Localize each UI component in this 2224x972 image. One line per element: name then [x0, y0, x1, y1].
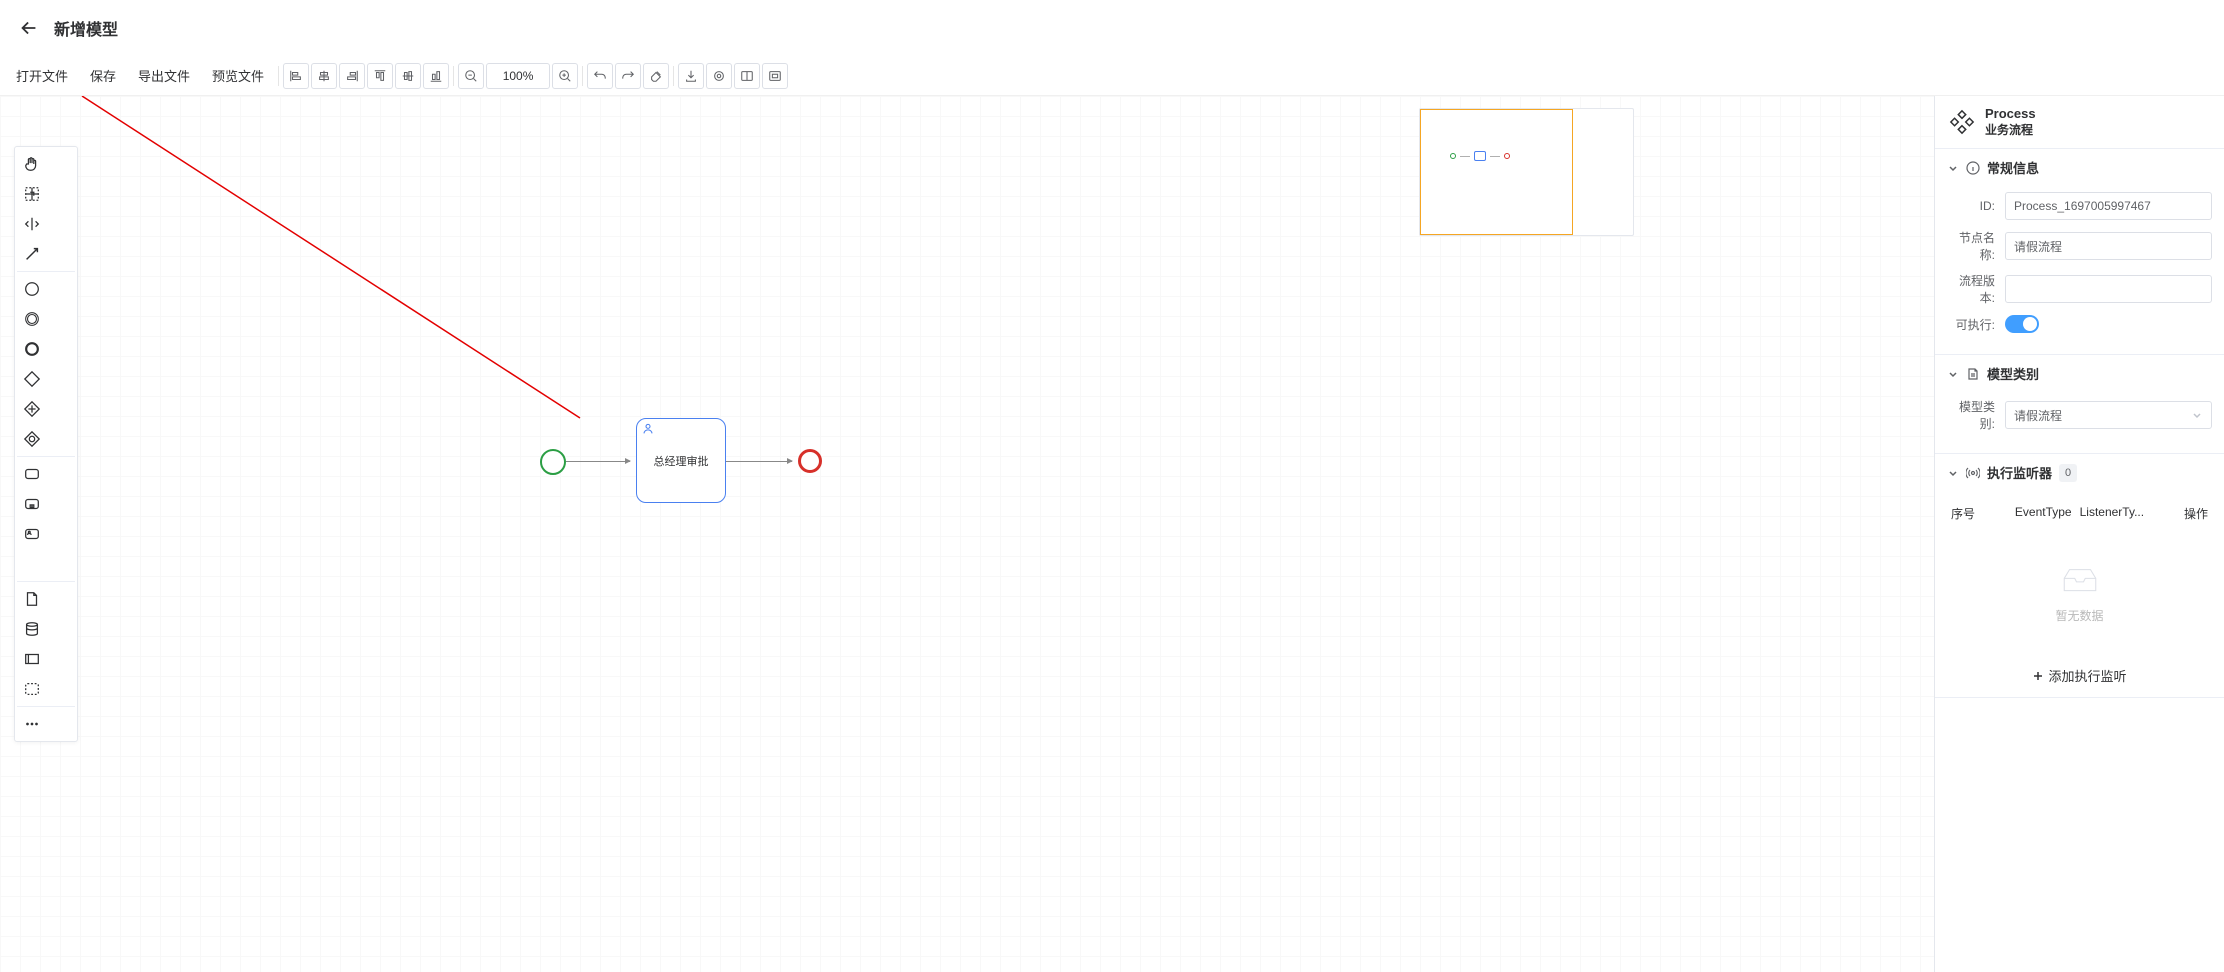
preview-file-button[interactable]: 预览文件 [202, 62, 274, 89]
category-label: 模型类别: [1947, 398, 2005, 432]
col-event: EventType [2011, 505, 2076, 522]
section-title-listener: 执行监听器 [1987, 463, 2052, 482]
add-listener-label: 添加执行监听 [2048, 666, 2126, 685]
more-tools[interactable] [17, 709, 47, 739]
save-button[interactable]: 保存 [80, 62, 126, 89]
version-label: 流程版本: [1947, 272, 2005, 306]
table-header: 序号 EventType ListenerTy... 操作 [1947, 497, 2212, 530]
toolbar: 打开文件 保存 导出文件 预览文件 100% [0, 56, 2224, 96]
user-task-tool[interactable] [17, 519, 47, 549]
end-event-tool[interactable] [17, 334, 47, 364]
bpmn-start-event[interactable] [540, 449, 566, 475]
category-value: 请假流程 [2014, 407, 2062, 424]
data-store-tool[interactable] [17, 614, 47, 644]
chevron-down-icon [2191, 409, 2203, 421]
bpmn-canvas[interactable]: 总经理审批 [0, 96, 1934, 972]
bpmn-sequence-flow[interactable] [566, 461, 630, 462]
group-tool[interactable] [17, 674, 47, 704]
col-op: 操作 [2148, 505, 2212, 522]
connect-tool[interactable] [17, 239, 47, 269]
props-subtitle: 业务流程 [1985, 121, 2036, 138]
hand-tool[interactable] [17, 149, 47, 179]
align-left-button[interactable] [283, 63, 309, 89]
name-input[interactable] [2005, 232, 2212, 260]
undo-button[interactable] [587, 63, 613, 89]
chevron-down-icon [1947, 368, 1959, 380]
data-object-tool[interactable] [17, 584, 47, 614]
task-tool[interactable] [17, 459, 47, 489]
section-toggle-category[interactable]: 模型类别 [1935, 355, 2224, 392]
chevron-down-icon [1947, 162, 1959, 174]
plus-icon [2032, 670, 2044, 682]
lasso-tool[interactable] [17, 179, 47, 209]
listener-count-badge: 0 [2059, 464, 2077, 482]
id-input[interactable] [2005, 192, 2212, 220]
simulate-button[interactable] [762, 63, 788, 89]
name-label: 节点名称: [1947, 229, 2005, 263]
version-input[interactable] [2005, 275, 2212, 303]
col-index: 序号 [1947, 505, 2011, 522]
zoom-out-button[interactable] [458, 63, 484, 89]
intermediate-event-tool[interactable] [17, 304, 47, 334]
bpmn-end-event[interactable] [798, 449, 822, 473]
gateway-tool[interactable] [17, 364, 47, 394]
executable-label: 可执行: [1947, 316, 2005, 333]
section-title-category: 模型类别 [1987, 364, 2039, 383]
section-toggle-general[interactable]: 常规信息 [1935, 149, 2224, 186]
task-label: 总经理审批 [654, 453, 709, 469]
zoom-level: 100% [486, 63, 550, 89]
pool-tool[interactable] [17, 644, 47, 674]
chevron-down-icon [1947, 467, 1959, 479]
subprocess-tool[interactable] [17, 489, 47, 519]
bpmn-user-task[interactable]: 总经理审批 [636, 418, 726, 503]
user-icon [641, 422, 655, 436]
col-type: ListenerTy... [2076, 505, 2148, 522]
clear-button[interactable] [643, 63, 669, 89]
zoom-in-button[interactable] [552, 63, 578, 89]
gateway-circle-tool[interactable] [17, 424, 47, 454]
props-title: Process [1985, 106, 2036, 121]
open-file-button[interactable]: 打开文件 [6, 62, 78, 89]
align-center-v-button[interactable] [395, 63, 421, 89]
add-listener-button[interactable]: 添加执行监听 [1935, 654, 2224, 697]
align-bottom-button[interactable] [423, 63, 449, 89]
align-top-button[interactable] [367, 63, 393, 89]
empty-state: 暂无数据 [1947, 530, 2212, 642]
start-event-tool[interactable] [17, 274, 47, 304]
annotation-arrow [0, 96, 600, 426]
minimap[interactable] [1419, 108, 1634, 236]
redo-button[interactable] [615, 63, 641, 89]
gateway-plus-tool[interactable] [17, 394, 47, 424]
broadcast-icon [1966, 466, 1980, 480]
bpmn-sequence-flow[interactable] [726, 461, 792, 462]
align-center-h-button[interactable] [311, 63, 337, 89]
empty-icon [2059, 566, 2101, 596]
toggle-minimap-button[interactable] [734, 63, 760, 89]
page-title: 新增模型 [54, 16, 118, 40]
category-select[interactable]: 请假流程 [2005, 401, 2212, 429]
process-icon [1949, 109, 1975, 135]
section-toggle-listener[interactable]: 执行监听器 0 [1935, 454, 2224, 491]
document-icon [1966, 367, 1980, 381]
info-icon [1966, 161, 1980, 175]
properties-panel: Process 业务流程 常规信息 ID: 节点名称: [1934, 96, 2224, 972]
download-image-button[interactable] [678, 63, 704, 89]
align-right-button[interactable] [339, 63, 365, 89]
view-xml-button[interactable] [706, 63, 732, 89]
space-tool[interactable] [17, 209, 47, 239]
id-label: ID: [1947, 199, 2005, 213]
export-file-button[interactable]: 导出文件 [128, 62, 200, 89]
executable-switch[interactable] [2005, 315, 2039, 333]
back-arrow-icon[interactable] [18, 17, 40, 39]
empty-text: 暂无数据 [1947, 607, 2212, 624]
shape-palette [14, 146, 78, 742]
section-title-general: 常规信息 [1987, 158, 2039, 177]
